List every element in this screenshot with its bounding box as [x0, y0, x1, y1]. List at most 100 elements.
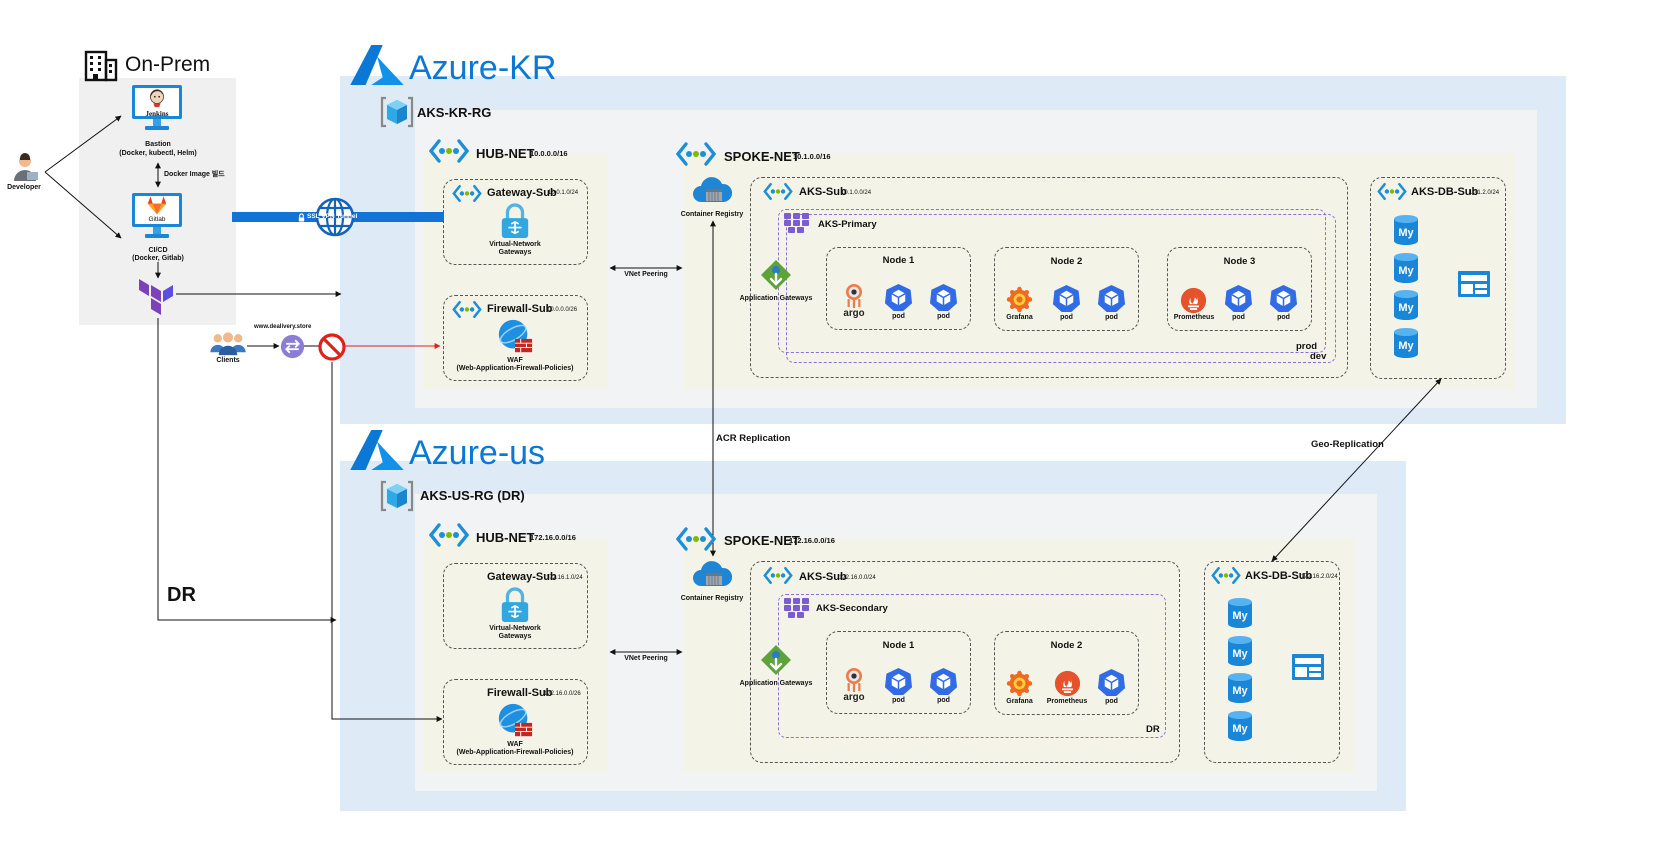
resource-group-icon [380, 96, 414, 128]
kr-rg-title: AKS-KR-RG [417, 105, 492, 120]
mysql-db-icon [1227, 672, 1253, 704]
geo-replication-label: Geo-Replication [1311, 439, 1384, 450]
kubernetes-pod-icon [1097, 668, 1126, 697]
gitlab-icon [146, 195, 168, 215]
kr-hub-cidr: 10.0.0.0/16 [530, 149, 568, 158]
container-registry-icon [692, 560, 732, 590]
application-gateway-icon [760, 259, 792, 291]
us-app-gw: Application Gateways [739, 680, 813, 687]
kubernetes-pod-icon [929, 283, 958, 312]
kubernetes-pod-icon [1269, 284, 1298, 313]
vnet-icon [452, 300, 482, 319]
prometheus-icon [1180, 287, 1207, 314]
us-gateway-item: Virtual-Network Gateways [489, 625, 541, 640]
lock-icon [297, 213, 306, 222]
vnet-icon [429, 522, 469, 548]
connector-lines [44, 115, 1442, 722]
kr-vnet-peering: VNet Peering [624, 271, 668, 278]
waf-icon [496, 318, 534, 356]
us-gateway-sub-cidr: 172.16.1.0/24 [546, 575, 583, 581]
us-firewall-sub-name: Firewall-Sub [487, 687, 553, 699]
us-container-registry: Container Registry [680, 595, 744, 602]
router-icon [280, 334, 305, 359]
clients-domain: www.dealivery.store [254, 324, 312, 330]
vpn-gateway-icon [499, 202, 531, 240]
container-registry-icon [692, 176, 732, 206]
building-icon [83, 50, 119, 82]
kr-spoke-cidr: 10.1.0.0/16 [793, 152, 831, 161]
kubernetes-pod-icon [1097, 284, 1126, 313]
vnet-icon [676, 526, 716, 552]
us-node1-pod2: pod [937, 697, 950, 704]
us-spoke-cidr: 172.16.0.0/16 [789, 536, 835, 545]
gitlab-label: Gitlab [148, 216, 166, 223]
clients-label: Clients [216, 357, 240, 364]
kr-container-registry: Container Registry [680, 211, 744, 218]
vpn-tunnel-label: SSL VPN Tunnel [307, 213, 358, 220]
vnet-icon [1211, 566, 1241, 585]
application-gateway-icon [760, 644, 792, 676]
us-region-title: Azure-us [409, 434, 546, 472]
mysql-db-icon [1227, 710, 1253, 742]
kr-app-gw: Application Gateways [739, 295, 813, 302]
us-node2-app2: Prometheus [1046, 698, 1088, 705]
prometheus-icon [1054, 670, 1081, 697]
kr-node1-title: Node 1 [882, 255, 915, 266]
aks-icon [783, 212, 811, 234]
azure-icon [348, 429, 406, 471]
acr-replication-label: ACR Replication [716, 433, 791, 444]
kr-cluster-name: AKS-Primary [818, 219, 877, 230]
kr-waf-item: WAF (Web-Application-Firewall-Policies) [456, 357, 574, 372]
kr-gateway-item: Virtual-Network Gateways [489, 241, 541, 256]
us-firewall-sub-cidr: 172.16.0.0/26 [544, 691, 581, 697]
kr-node3-pod2: pod [1277, 314, 1290, 321]
vnet-icon [1377, 182, 1407, 201]
developer-icon [10, 153, 40, 183]
kubernetes-pod-icon [1224, 284, 1253, 313]
kr-firewall-sub-cidr: 10.0.0.0/26 [547, 307, 578, 313]
kubernetes-pod-icon [884, 283, 913, 312]
argo-icon [838, 282, 870, 318]
us-node2-app: Grafana [1006, 698, 1033, 705]
web-app-icon [1291, 653, 1325, 681]
kr-gateway-sub-name: Gateway-Sub [487, 187, 557, 199]
vnet-icon [452, 184, 482, 203]
kr-aks-sub-cidr: 10.1.0.0/24 [841, 190, 872, 196]
aks-icon [783, 597, 811, 619]
bastion-label: Bastion (Docker, kubectl, Helm) [119, 141, 197, 157]
terraform-icon [136, 277, 176, 317]
kr-aks-sub-name: AKS-Sub [799, 186, 847, 198]
kubernetes-pod-icon [929, 667, 958, 696]
mysql-db-icon [1393, 214, 1419, 246]
resource-group-icon [380, 480, 414, 512]
kr-hub-name: HUB-NET [476, 146, 535, 161]
us-cluster-name: AKS-Secondary [816, 603, 888, 614]
docker-build-label: Docker Image 빌드 [164, 171, 225, 178]
vnet-icon [763, 182, 793, 201]
kr-gateway-sub-cidr: 10.0.1.0/24 [548, 190, 579, 196]
mysql-db-icon [1393, 289, 1419, 321]
us-node2-title: Node 2 [1050, 640, 1083, 651]
us-rg-title: AKS-US-RG (DR) [420, 488, 525, 503]
mysql-db-icon [1393, 327, 1419, 359]
kubernetes-pod-icon [1052, 284, 1081, 313]
kr-node1-pod2: pod [937, 313, 950, 320]
kubernetes-pod-icon [884, 667, 913, 696]
us-node1-pod1: pod [892, 697, 905, 704]
us-aks-sub-cidr: 172.16.0.0/24 [839, 575, 876, 581]
grafana-icon [1006, 286, 1033, 313]
cicd-label: CI/CD (Docker, Gitlab) [132, 247, 184, 262]
developer-label: Developer [7, 184, 41, 191]
us-hub-name: HUB-NET [476, 530, 535, 545]
kr-db-sub-cidr: 10.1.2.0/24 [1469, 190, 1500, 196]
mysql-db-icon [1393, 252, 1419, 284]
kr-node2-pod1: pod [1060, 314, 1073, 321]
kr-node1-pod1: pod [892, 313, 905, 320]
mysql-db-icon [1227, 635, 1253, 667]
vnet-icon [429, 138, 469, 164]
dr-label: DR [167, 584, 196, 606]
us-node2-pod1: pod [1105, 698, 1118, 705]
grafana-icon [1006, 670, 1033, 697]
web-app-icon [1457, 270, 1491, 298]
vpn-gateway-icon [499, 586, 531, 624]
